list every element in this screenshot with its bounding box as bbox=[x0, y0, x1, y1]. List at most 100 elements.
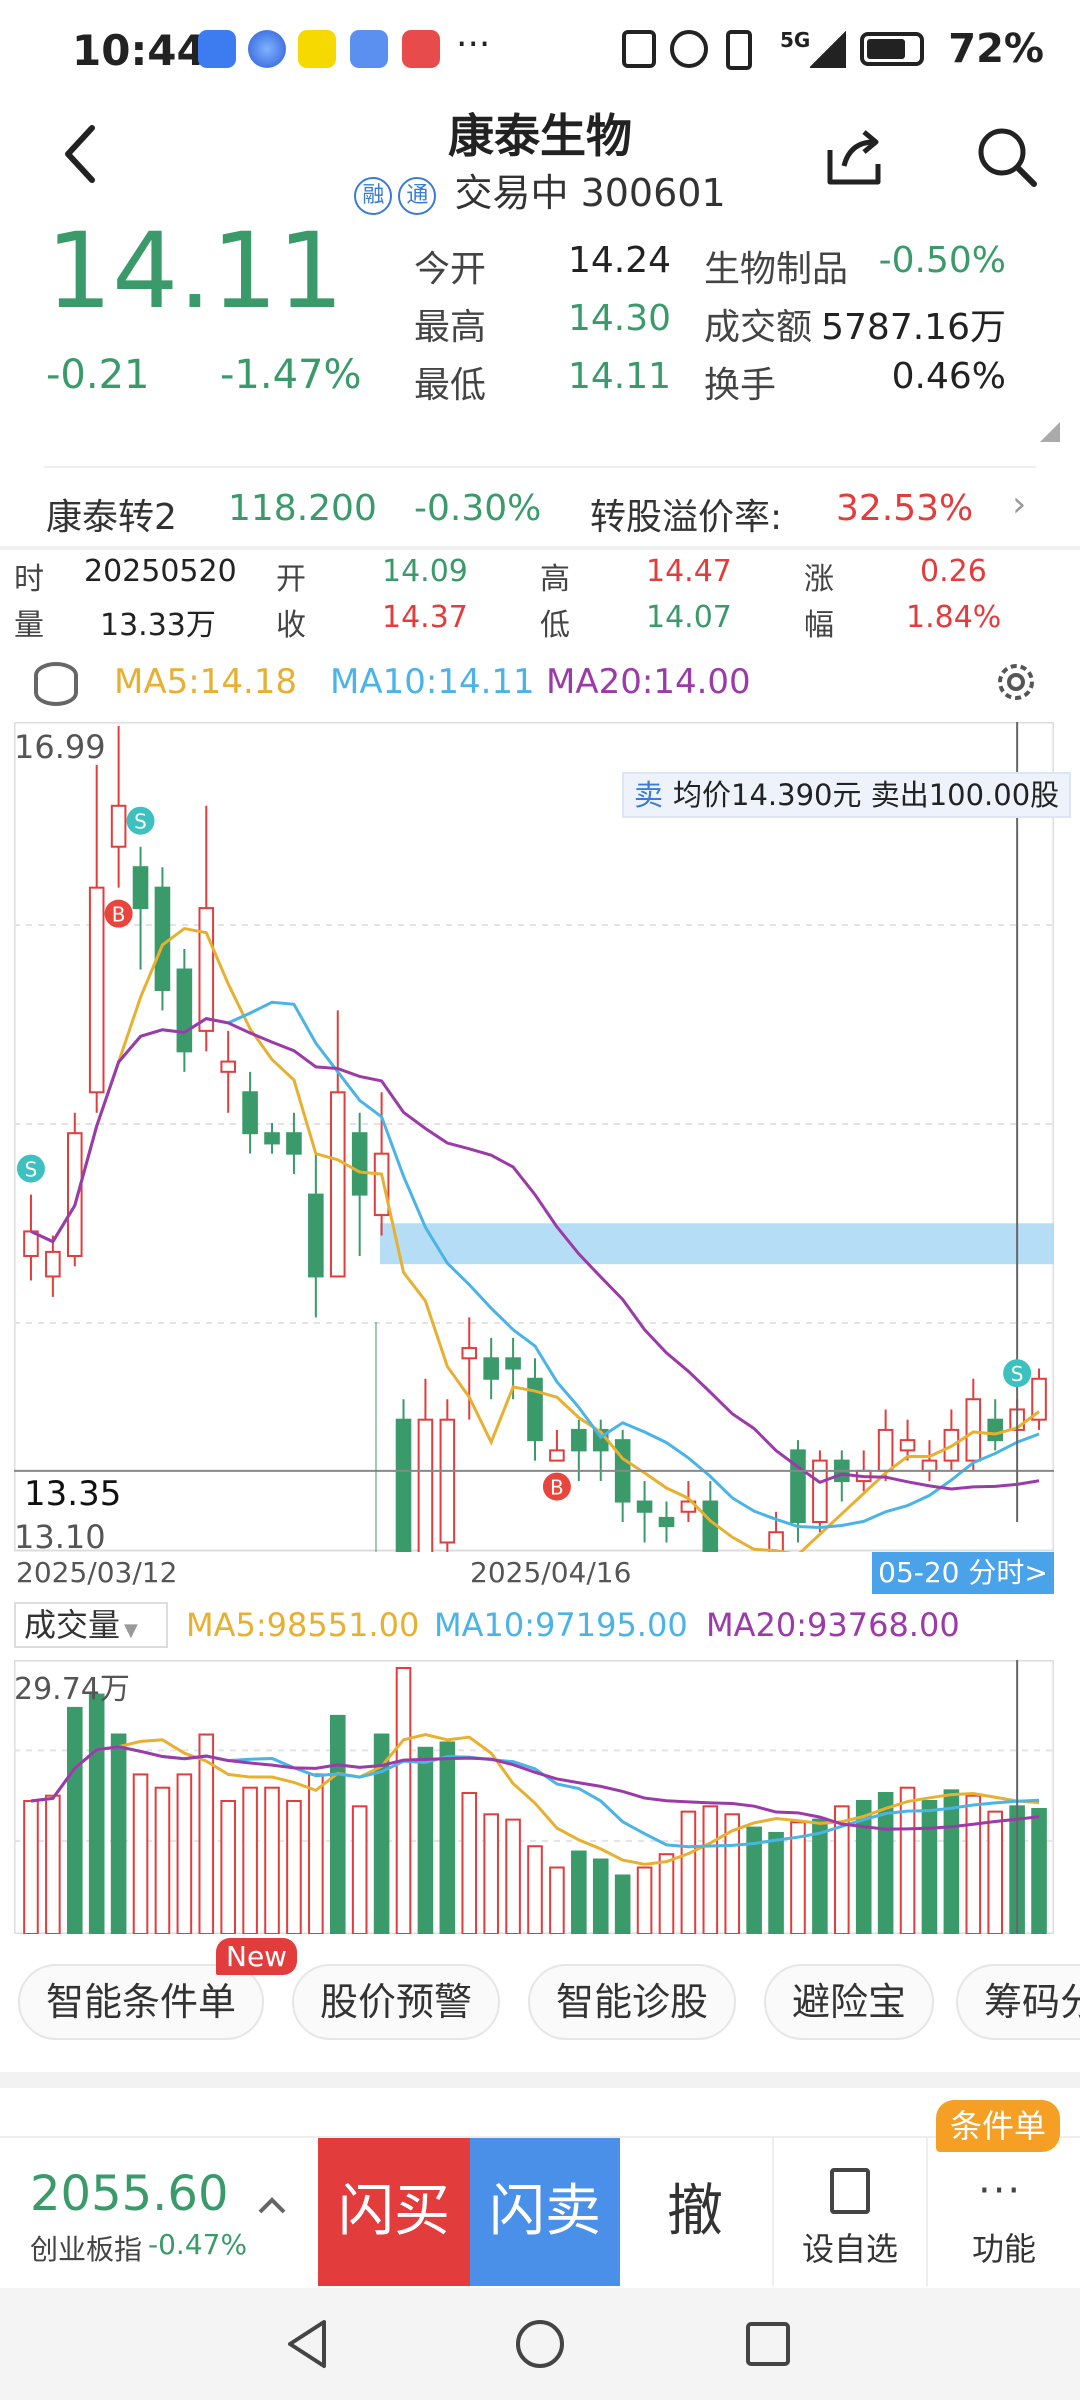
volume-bar bbox=[812, 1818, 828, 1934]
hedge-chip[interactable]: 避险宝 bbox=[764, 1964, 935, 2040]
volume-bar bbox=[395, 1667, 412, 1934]
candle bbox=[132, 866, 149, 910]
smart-diagnosis-chip[interactable]: 智能诊股 bbox=[528, 1964, 737, 2040]
marker-letter: S bbox=[134, 810, 147, 834]
sector-label[interactable]: 生物制品 bbox=[704, 240, 848, 292]
vol-ma5-legend: MA5:98551.00 bbox=[186, 1606, 420, 1644]
volume-bar bbox=[154, 1786, 171, 1934]
message-notification-icon bbox=[350, 30, 388, 68]
candle bbox=[154, 886, 171, 991]
y-axis-bottom-label: 13.10 bbox=[14, 1518, 106, 1556]
y-axis-top-label: 16.99 bbox=[14, 728, 106, 766]
candle-open-label: 开 bbox=[276, 562, 306, 597]
candle-info-panel: 时 20250520 开 14.09 高 14.47 涨 0.26 量 13.3… bbox=[0, 550, 1080, 646]
candle bbox=[790, 1449, 806, 1524]
x-axis-start-label: 2025/03/12 bbox=[16, 1556, 178, 1589]
open-value: 14.24 bbox=[568, 240, 672, 281]
candle-high-label: 高 bbox=[540, 562, 570, 597]
flash-buy-button[interactable]: 闪买 bbox=[318, 2138, 470, 2286]
price-alert-chip[interactable]: 股价预警 bbox=[292, 1964, 501, 2040]
functions-button[interactable]: ··· 功能 bbox=[926, 2138, 1080, 2286]
condition-order-badge[interactable]: 条件单 bbox=[936, 2100, 1061, 2152]
convertible-bond-row[interactable]: 康泰转2 118.200 -0.30% 转股溢价率: 32.53% › bbox=[0, 470, 1080, 546]
candle bbox=[658, 1516, 675, 1528]
candle bbox=[88, 886, 105, 1094]
flash-sell-button[interactable]: 闪卖 bbox=[470, 2138, 620, 2286]
alarm-icon bbox=[670, 30, 708, 68]
volume-bar bbox=[461, 1792, 478, 1934]
yy-notification-icon bbox=[298, 30, 336, 68]
candle bbox=[286, 1132, 302, 1155]
chart-settings-button[interactable] bbox=[990, 656, 1042, 708]
intraday-jump-button[interactable]: 05-20 分时> bbox=[872, 1552, 1054, 1594]
stock-name: 康泰生物 bbox=[448, 109, 632, 163]
candle bbox=[351, 1132, 368, 1196]
candle-vol: 13.33万 bbox=[100, 608, 216, 643]
volume-bar bbox=[351, 1805, 368, 1934]
volume-bar bbox=[220, 1800, 236, 1934]
volume-bar bbox=[110, 1733, 127, 1934]
margin-tag: 融 bbox=[354, 176, 393, 215]
volume-selector[interactable]: 成交量 ▼ bbox=[14, 1602, 168, 1648]
nav-recents-icon[interactable] bbox=[744, 2320, 792, 2368]
trade-detail: 均价14.390元 卖出100.00股 bbox=[673, 778, 1060, 812]
chevron-right-icon: › bbox=[1012, 484, 1027, 525]
candle bbox=[965, 1398, 982, 1462]
candle bbox=[987, 1418, 1004, 1442]
expand-corner-icon[interactable] bbox=[1040, 422, 1060, 442]
share-icon bbox=[827, 130, 881, 185]
share-button[interactable] bbox=[822, 124, 886, 188]
price-change: -0.21 bbox=[46, 352, 150, 398]
vol-label: 量 bbox=[14, 608, 44, 643]
chip-label: 避险宝 bbox=[792, 1980, 907, 2024]
network-label: 5G bbox=[780, 28, 811, 52]
nav-back-icon[interactable] bbox=[282, 2316, 332, 2372]
turnover-value: 0.46% bbox=[891, 356, 1006, 397]
chip-label: 智能诊股 bbox=[556, 1980, 709, 2024]
new-badge: New bbox=[216, 1938, 298, 1975]
volume-bar bbox=[132, 1773, 149, 1934]
index-ticker[interactable]: 2055.60 创业板指 -0.47% bbox=[0, 2138, 316, 2286]
nfc-icon bbox=[622, 30, 656, 68]
candle bbox=[571, 1428, 587, 1452]
time-label: 时 bbox=[14, 562, 44, 597]
low-value: 14.11 bbox=[568, 356, 672, 397]
volume-chart[interactable] bbox=[14, 1660, 1054, 1934]
nav-home-icon[interactable] bbox=[514, 2318, 566, 2370]
volume-bar bbox=[264, 1786, 280, 1934]
search-icon bbox=[978, 128, 1037, 187]
index-name: 创业板指 bbox=[30, 2233, 143, 2266]
vol-ma10-legend: MA10:97195.00 bbox=[434, 1606, 688, 1644]
premium-label: 转股溢价率: bbox=[590, 497, 783, 538]
divider bbox=[44, 466, 1036, 468]
ma20-legend: MA20:14.00 bbox=[546, 662, 751, 702]
candle-rise: 0.26 bbox=[920, 554, 987, 589]
search-button[interactable] bbox=[974, 124, 1040, 190]
candle bbox=[329, 1091, 346, 1278]
volume-bar bbox=[308, 1773, 324, 1934]
smart-order-chip[interactable]: 智能条件单 bbox=[18, 1964, 265, 2040]
chip-distribution-chip[interactable]: 筹码分 bbox=[956, 1964, 1080, 2040]
candle-low: 14.07 bbox=[646, 600, 732, 635]
status-bar: 10:44 ··· 5G 72% bbox=[0, 0, 1080, 100]
volume-bar bbox=[527, 1845, 543, 1934]
cancel-order-button[interactable]: 撤 bbox=[620, 2138, 770, 2286]
volume-bar bbox=[286, 1800, 302, 1934]
volume-bar bbox=[921, 1800, 938, 1934]
volume-bar bbox=[987, 1810, 1004, 1934]
bond-pct: -0.30% bbox=[414, 488, 542, 529]
battery-icon bbox=[860, 32, 924, 66]
volume-bar bbox=[23, 1800, 39, 1934]
chevron-up-icon bbox=[258, 2197, 286, 2214]
volume-bar bbox=[1031, 1807, 1047, 1934]
add-watchlist-button[interactable]: 设自选 bbox=[772, 2138, 924, 2286]
trade-type: 卖 bbox=[634, 778, 664, 812]
database-icon[interactable] bbox=[34, 662, 78, 706]
candle bbox=[373, 1152, 390, 1217]
candle-amp-label: 幅 bbox=[804, 608, 834, 643]
kline-chart[interactable]: SSBSBBS bbox=[14, 722, 1054, 1552]
price-zone-band bbox=[380, 1223, 1054, 1265]
candle bbox=[264, 1132, 280, 1145]
volume-bar bbox=[45, 1794, 61, 1934]
volume-bar bbox=[242, 1786, 258, 1934]
